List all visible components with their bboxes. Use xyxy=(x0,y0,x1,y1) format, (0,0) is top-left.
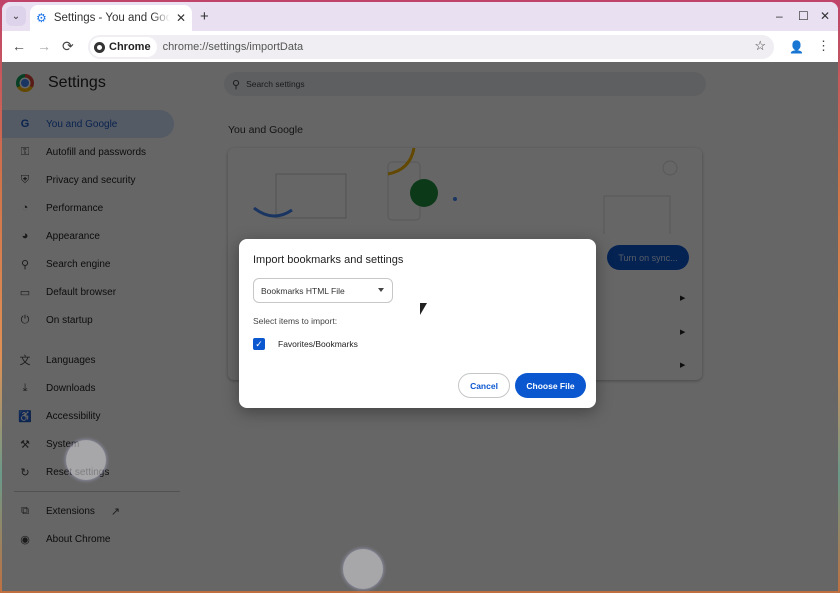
close-tab-icon[interactable]: ✕ xyxy=(176,11,186,25)
toolbar: ← → ⟳ Chrome chrome://settings/importDat… xyxy=(2,31,838,62)
site-info-chip[interactable]: Chrome xyxy=(90,37,157,57)
new-tab-button[interactable]: + xyxy=(200,8,209,25)
choose-file-button[interactable]: Choose File xyxy=(515,373,586,398)
touch-indicator xyxy=(343,549,383,589)
address-bar[interactable]: Chrome chrome://settings/importData ☆ xyxy=(88,35,774,59)
tab-strip: ⌄ ⚙ Settings - You and Google ✕ + – ☐ ✕ xyxy=(2,2,838,31)
chevron-down-icon: ⌄ xyxy=(11,10,21,22)
more-menu-icon[interactable]: ⋮ xyxy=(817,38,830,54)
bookmark-star-icon[interactable]: ☆ xyxy=(754,38,766,54)
chrome-icon xyxy=(94,41,105,53)
reload-button[interactable]: ⟳ xyxy=(62,38,74,55)
bookmarks-checkbox[interactable]: ✓ xyxy=(253,338,265,350)
select-value: Bookmarks HTML File xyxy=(261,285,345,296)
touch-indicator xyxy=(66,440,106,480)
checkbox-label: Favorites/Bookmarks xyxy=(278,339,358,349)
tab-search-button[interactable]: ⌄ xyxy=(6,6,26,26)
profile-avatar-icon[interactable]: 👤 xyxy=(789,40,804,54)
mouse-cursor-icon xyxy=(420,303,427,315)
checkmark-icon: ✓ xyxy=(255,339,263,349)
tab-settings[interactable]: ⚙ Settings - You and Google ✕ xyxy=(30,5,192,31)
items-label: Select items to import: xyxy=(253,316,338,326)
maximize-button[interactable]: ☐ xyxy=(798,9,809,23)
site-chip-label: Chrome xyxy=(109,41,151,53)
forward-button[interactable]: → xyxy=(37,38,51,54)
minimize-button[interactable]: – xyxy=(776,9,783,23)
import-source-select[interactable]: Bookmarks HTML File xyxy=(253,278,393,303)
gear-icon: ⚙ xyxy=(36,11,47,25)
close-window-button[interactable]: ✕ xyxy=(820,9,830,23)
tab-title: Settings - You and Google xyxy=(53,12,170,24)
dropdown-caret-icon xyxy=(378,288,384,292)
cancel-button[interactable]: Cancel xyxy=(458,373,510,398)
url-text[interactable]: chrome://settings/importData xyxy=(163,41,304,53)
back-button[interactable]: ← xyxy=(12,38,26,54)
import-dialog: Import bookmarks and settings Bookmarks … xyxy=(239,239,596,408)
dialog-title: Import bookmarks and settings xyxy=(253,254,404,266)
